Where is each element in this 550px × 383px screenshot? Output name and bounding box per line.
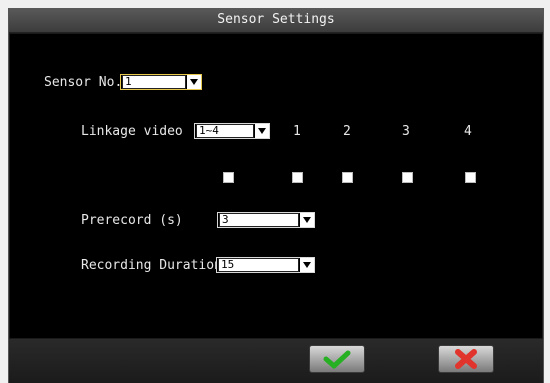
recording-duration-label: Recording Duration — [81, 258, 222, 273]
linkage-all-checkbox[interactable] — [223, 172, 234, 183]
sensor-no-value: 1 — [122, 75, 186, 89]
x-icon — [455, 349, 477, 369]
chevron-down-icon[interactable] — [187, 75, 201, 89]
recording-duration-select[interactable]: 15 — [216, 257, 315, 273]
cancel-button[interactable] — [438, 345, 494, 373]
ok-button[interactable] — [309, 345, 365, 373]
sensor-no-select[interactable]: 1 — [120, 74, 202, 90]
linkage-video-value: 1~4 — [196, 124, 254, 138]
prerecord-label: Prerecord (s) — [81, 213, 183, 228]
chevron-down-icon[interactable] — [300, 258, 314, 272]
dialog-title: Sensor Settings — [9, 8, 543, 33]
prerecord-value: 3 — [219, 213, 299, 227]
sensor-settings-dialog: Sensor Settings Sensor No. 1 Linkage vid… — [8, 8, 544, 383]
recording-duration-value: 15 — [218, 258, 299, 272]
channel-2-checkbox[interactable] — [342, 172, 353, 183]
channel-label-1: 1 — [293, 124, 301, 139]
channel-4-checkbox[interactable] — [465, 172, 476, 183]
prerecord-select[interactable]: 3 — [217, 212, 315, 228]
settings-panel: Sensor No. 1 Linkage video 1~4 1 2 3 4 P… — [9, 33, 543, 339]
channel-label-3: 3 — [402, 124, 410, 139]
sensor-no-label: Sensor No. — [44, 75, 123, 90]
channel-label-2: 2 — [343, 124, 351, 139]
chevron-down-icon[interactable] — [255, 124, 269, 138]
chevron-down-icon[interactable] — [300, 213, 314, 227]
linkage-video-select[interactable]: 1~4 — [194, 123, 270, 139]
check-icon — [323, 350, 351, 369]
channel-1-checkbox[interactable] — [292, 172, 303, 183]
channel-3-checkbox[interactable] — [402, 172, 413, 183]
linkage-video-label: Linkage video — [81, 124, 183, 139]
channel-label-4: 4 — [464, 124, 472, 139]
